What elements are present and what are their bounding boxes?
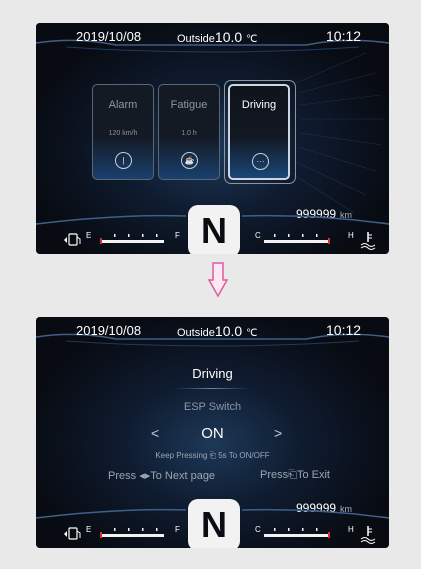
info-icon: |	[115, 152, 132, 169]
exit-hint: Press⎗To Exit	[260, 469, 330, 482]
card-fatigue[interactable]: Fatigue 1.0 h ☕	[158, 84, 220, 180]
chevron-right-icon[interactable]: >	[274, 425, 282, 441]
outside-label: Outside	[177, 327, 215, 339]
setting-value[interactable]: ON	[36, 425, 389, 442]
fuel-pump-icon	[64, 527, 81, 540]
status-bar: 2019/10/08 Outside10.0 ℃ 10:12	[36, 317, 389, 343]
gear-indicator: N	[188, 205, 240, 254]
exit-post: To Exit	[296, 469, 330, 481]
outside-temp-value: 10.0	[214, 323, 243, 339]
outside-temp: Outside10.0 ℃	[177, 29, 257, 45]
card-title: Fatigue	[170, 99, 208, 111]
menu-title: Driving	[192, 366, 233, 381]
clock: 10:12	[326, 28, 362, 44]
date-display: 2019/10/08	[76, 323, 142, 338]
cluster-screen-esp: 2019/10/08 Outside10.0 ℃ 10:12 Driving ES…	[36, 317, 389, 548]
outside-temp-value: 10.0	[214, 29, 243, 45]
setting-name: ESP Switch	[183, 401, 242, 413]
card-alarm[interactable]: Alarm 120 km/h |	[92, 84, 154, 180]
temp-cold-label: C	[255, 231, 261, 240]
status-bar: 2019/10/08 Outside10.0 ℃ 10:12	[36, 23, 389, 49]
date-display: 2019/10/08	[76, 29, 142, 44]
return-button-icon: ⎗	[209, 451, 216, 460]
card-title: Alarm	[108, 99, 138, 111]
temp-hot-label: H	[348, 525, 354, 534]
card-driving[interactable]: Driving ···	[228, 84, 290, 180]
fuel-pump-icon	[64, 233, 81, 246]
temp-unit: ℃	[246, 328, 258, 339]
coolant-temp-icon	[360, 232, 376, 250]
coolant-temp-icon	[360, 526, 376, 544]
card-title: Driving	[241, 99, 277, 111]
next-post: To Next page	[150, 470, 216, 482]
fuel-full-label: F	[175, 231, 180, 240]
return-button-icon: ⎗	[288, 469, 297, 481]
more-icon: ···	[252, 153, 269, 170]
coffee-icon: ☕	[181, 152, 198, 169]
hint-post: 5s To ON/OFF	[218, 451, 270, 460]
gear-indicator: N	[188, 499, 240, 548]
title-divider	[176, 388, 248, 389]
fuel-empty-label: E	[86, 525, 92, 534]
fuel-full-label: F	[175, 525, 180, 534]
hold-hint: Keep Pressing ⎗ 5s To ON/OFF	[36, 451, 389, 461]
fuel-empty-label: E	[86, 231, 92, 240]
temp-hot-label: H	[348, 231, 354, 240]
temp-cold-label: C	[255, 525, 261, 534]
left-right-icon: ◂▸	[139, 470, 151, 482]
exit-pre: Press	[260, 469, 289, 481]
cluster-screen-menu: 2019/10/08 Outside10.0 ℃ 10:12 Alarm 120 …	[36, 23, 389, 254]
hint-pre: Keep Pressing	[155, 451, 208, 460]
down-arrow-icon	[208, 262, 228, 298]
outside-temp: Outside10.0 ℃	[177, 323, 257, 339]
next-pre: Press	[108, 470, 137, 482]
card-value: 120 km/h	[108, 130, 138, 137]
manual-figure: 2019/10/08 Outside10.0 ℃ 10:12 Alarm 120 …	[6, 4, 415, 565]
outside-label: Outside	[177, 33, 215, 45]
card-value: 1.0 h	[181, 130, 197, 137]
next-page-hint: Press ◂▸To Next page	[108, 469, 215, 482]
clock: 10:12	[326, 322, 362, 338]
temp-unit: ℃	[246, 34, 258, 45]
